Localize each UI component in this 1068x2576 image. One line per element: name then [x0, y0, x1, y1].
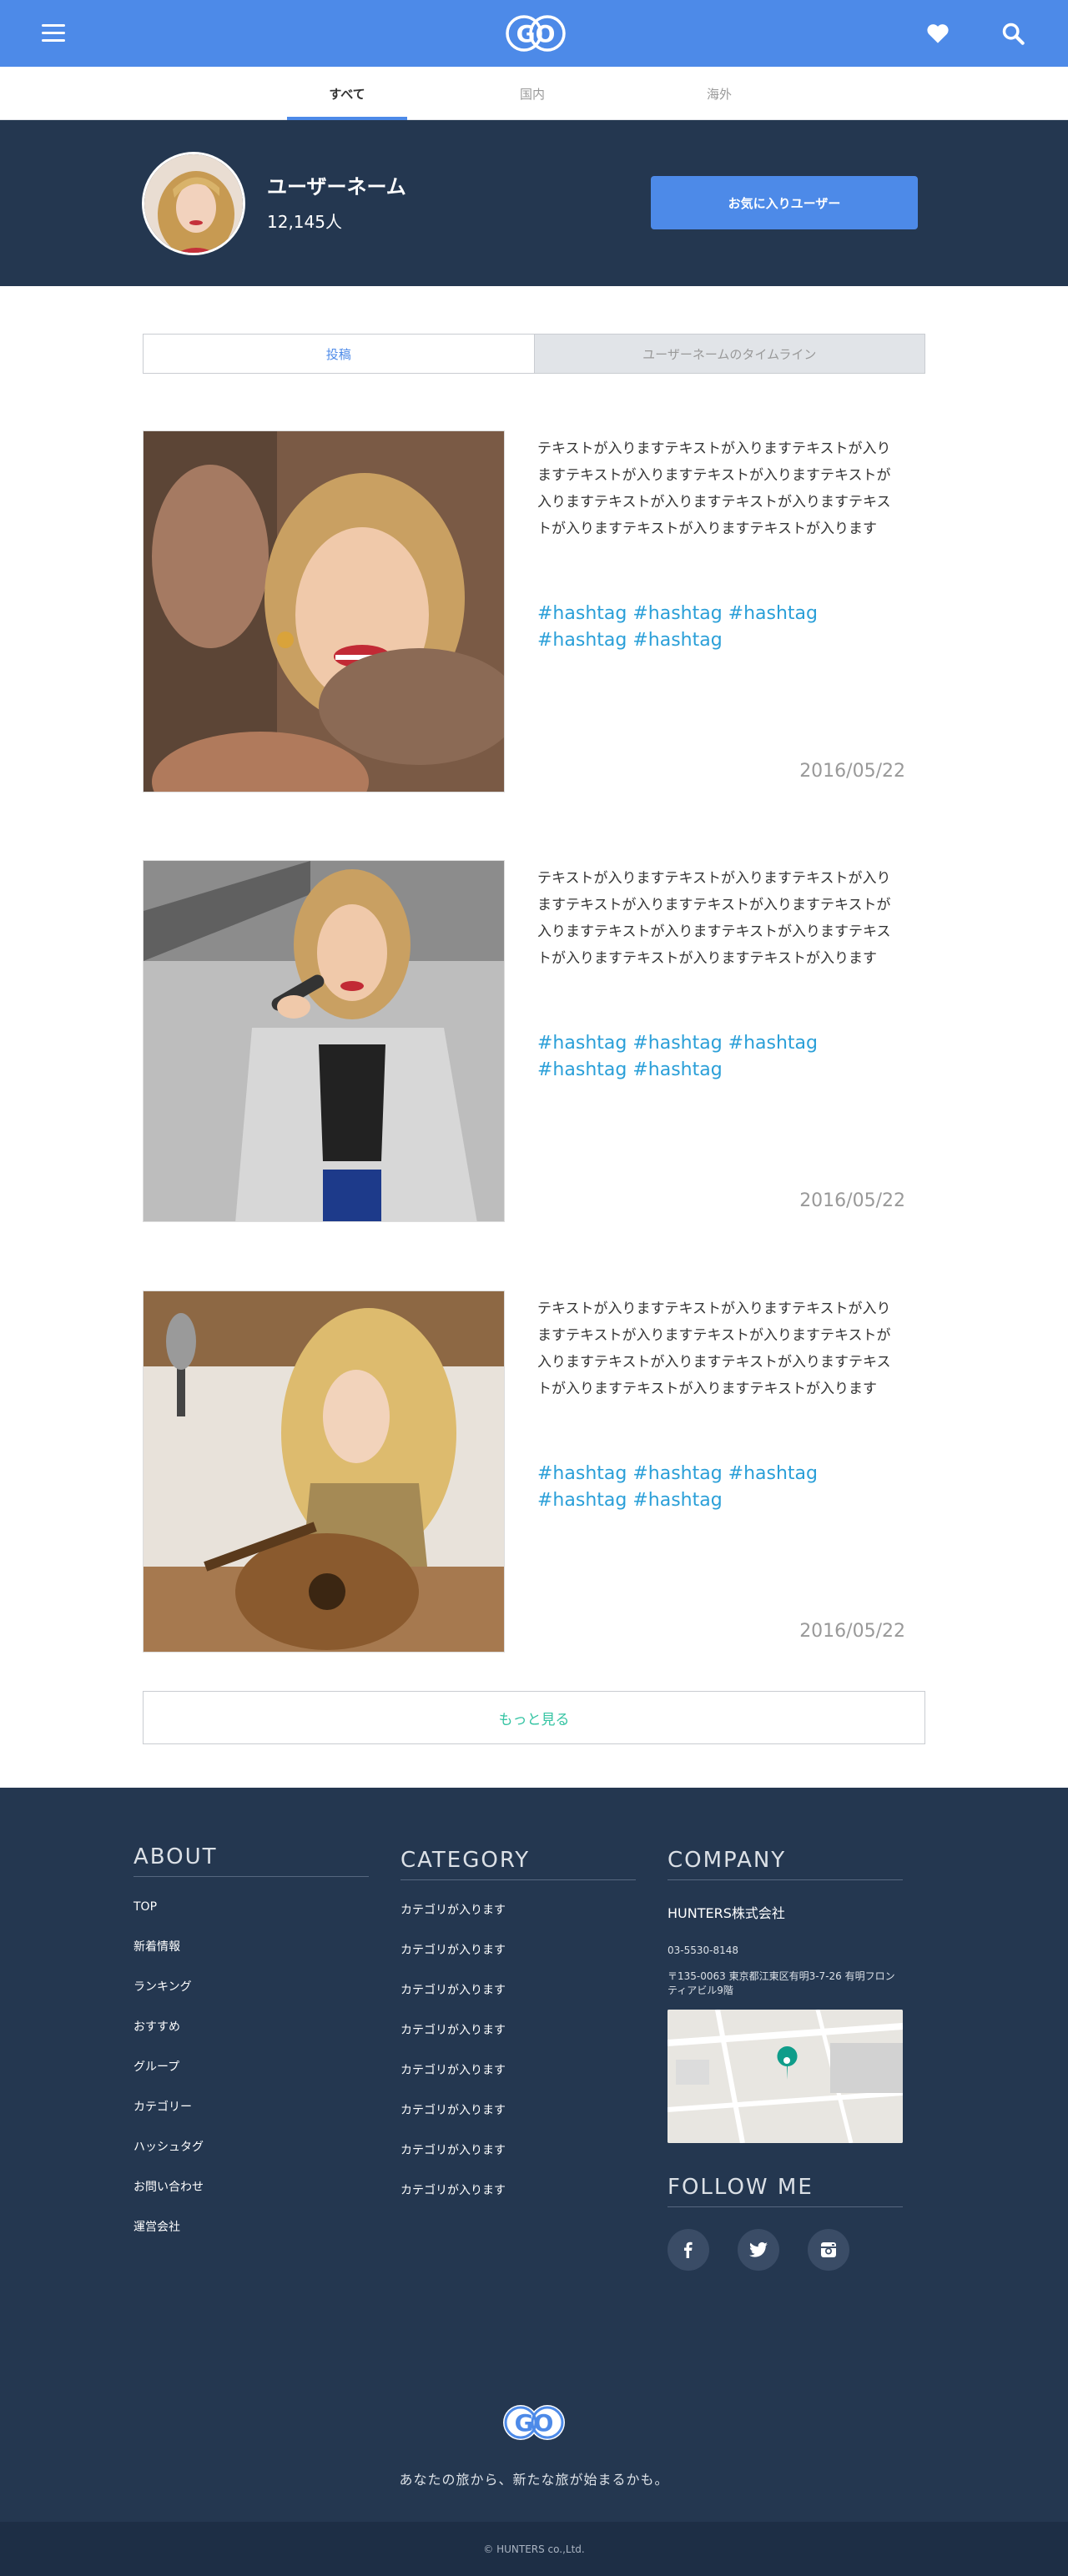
- tab-domestic[interactable]: 国内: [472, 67, 592, 120]
- favorite-user-button[interactable]: お気に入りユーザー: [651, 176, 918, 229]
- load-more-button[interactable]: もっと見る: [143, 1691, 925, 1744]
- twitter-icon[interactable]: [738, 2229, 779, 2271]
- copyright-text: © HUNTERS co.,Ltd.: [483, 2543, 585, 2555]
- footer-category-link[interactable]: カテゴリが入ります: [400, 1982, 636, 2022]
- footer-link-category[interactable]: カテゴリー: [134, 2099, 369, 2139]
- facebook-icon[interactable]: [668, 2229, 709, 2271]
- footer-link-company[interactable]: 運営会社: [134, 2219, 369, 2259]
- footer-link-recommended[interactable]: おすすめ: [134, 2019, 369, 2059]
- site-header: GO: [0, 0, 1068, 67]
- footer-category-link[interactable]: カテゴリが入ります: [400, 2142, 636, 2182]
- footer-category-link[interactable]: カテゴリが入ります: [400, 1902, 636, 1942]
- tab-posts[interactable]: 投稿: [144, 335, 534, 373]
- footer-link-contact[interactable]: お問い合わせ: [134, 2179, 369, 2219]
- footer-go-logo[interactable]: GO: [499, 2403, 569, 2442]
- footer-link-group[interactable]: グループ: [134, 2059, 369, 2099]
- follower-count: 12,145人: [267, 212, 342, 232]
- footer-category-link[interactable]: カテゴリが入ります: [400, 1942, 636, 1982]
- footer-company-title: COMPANY: [668, 1848, 903, 1880]
- footer-link-hashtag[interactable]: ハッシュタグ: [134, 2139, 369, 2179]
- site-footer: ABOUT TOP 新着情報 ランキング おすすめ グループ カテゴリー ハッシ…: [0, 1788, 1068, 2522]
- tab-user-timeline[interactable]: ユーザーネームのタイムライン: [533, 335, 924, 373]
- follow-me-title: FOLLOW ME: [668, 2175, 903, 2207]
- content-tabs: 投稿 ユーザーネームのタイムライン: [143, 334, 925, 374]
- search-icon[interactable]: [998, 18, 1028, 48]
- post-text: テキストが入りますテキストが入りますテキストが入りますテキストが入りますテキスト…: [537, 870, 891, 967]
- post-card: テキストが入りますテキストが入りますテキストが入りますテキストが入りますテキスト…: [143, 860, 925, 1222]
- svg-text:GO: GO: [515, 2409, 554, 2437]
- avatar[interactable]: [142, 152, 245, 255]
- footer-link-top[interactable]: TOP: [134, 1899, 369, 1939]
- copyright-bar: © HUNTERS co.,Ltd.: [0, 2522, 1068, 2576]
- go-logo[interactable]: GO: [504, 15, 567, 52]
- tab-overseas[interactable]: 海外: [659, 67, 779, 120]
- profile-header: ユーザーネーム 12,145人 お気に入りユーザー: [0, 120, 1068, 286]
- footer-link-news[interactable]: 新着情報: [134, 1939, 369, 1979]
- post-card: テキストが入りますテキストが入りますテキストが入りますテキストが入りますテキスト…: [143, 430, 925, 792]
- post-date: 2016/05/22: [799, 1190, 905, 1211]
- hamburger-menu-icon[interactable]: [40, 20, 67, 47]
- post-hashtags[interactable]: #hashtag #hashtag #hashtag #hashtag #has…: [537, 1461, 904, 1514]
- post-photo[interactable]: [143, 1291, 505, 1653]
- post-date: 2016/05/22: [799, 761, 905, 782]
- footer-category-link[interactable]: カテゴリが入ります: [400, 2062, 636, 2102]
- user-name: ユーザーネーム: [267, 175, 406, 199]
- footer-category-link[interactable]: カテゴリが入ります: [400, 2022, 636, 2062]
- footer-link-ranking[interactable]: ランキング: [134, 1979, 369, 2019]
- company-name: HUNTERS株式会社: [668, 1905, 785, 1921]
- social-links: [668, 2229, 903, 2271]
- instagram-icon[interactable]: [808, 2229, 849, 2271]
- post-date: 2016/05/22: [799, 1621, 905, 1642]
- post-photo[interactable]: [143, 430, 505, 792]
- footer-category-title: CATEGORY: [400, 1848, 636, 1880]
- company-map[interactable]: [668, 2010, 903, 2143]
- post-photo[interactable]: [143, 860, 505, 1222]
- post-text: テキストが入りますテキストが入りますテキストが入りますテキストが入りますテキスト…: [537, 1301, 891, 1397]
- company-phone: 03-5530-8148: [668, 1945, 739, 1956]
- footer-category-link[interactable]: カテゴリが入ります: [400, 2182, 636, 2222]
- footer-about-title: ABOUT: [134, 1844, 369, 1877]
- post-text: テキストが入りますテキストが入りますテキストが入りますテキストが入りますテキスト…: [537, 440, 891, 537]
- footer-company: COMPANY HUNTERS株式会社 03-5530-8148 〒135-00…: [668, 1848, 903, 2271]
- footer-tagline: あなたの旅から、新たな旅が始まるかも。: [399, 2472, 669, 2488]
- favorites-heart-icon[interactable]: [923, 18, 953, 48]
- footer-about: ABOUT TOP 新着情報 ランキング おすすめ グループ カテゴリー ハッシ…: [134, 1844, 369, 2259]
- tab-all[interactable]: すべて: [287, 67, 407, 120]
- region-tabs: すべて 国内 海外: [0, 67, 1068, 120]
- svg-text:GO: GO: [516, 20, 556, 48]
- post-hashtags[interactable]: #hashtag #hashtag #hashtag #hashtag #has…: [537, 601, 904, 654]
- footer-category: CATEGORY カテゴリが入ります カテゴリが入ります カテゴリが入ります カ…: [400, 1848, 636, 2222]
- footer-category-link[interactable]: カテゴリが入ります: [400, 2102, 636, 2142]
- post-card: テキストが入りますテキストが入りますテキストが入りますテキストが入りますテキスト…: [143, 1291, 925, 1653]
- company-address: 〒135-0063 東京都江東区有明3-7-26 有明フロンティアビル9階: [668, 1970, 895, 1996]
- post-hashtags[interactable]: #hashtag #hashtag #hashtag #hashtag #has…: [537, 1030, 904, 1084]
